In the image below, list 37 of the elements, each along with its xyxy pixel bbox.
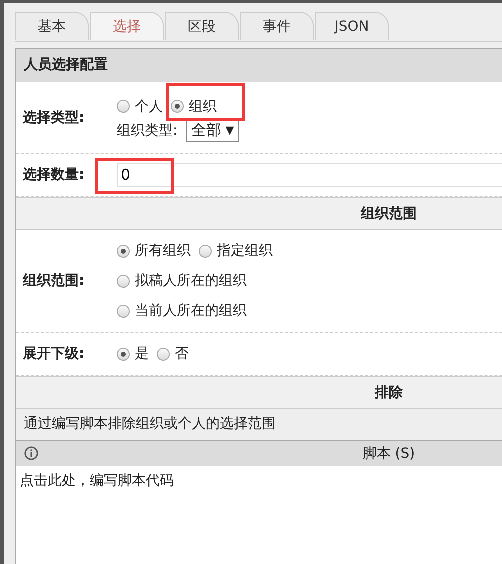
tab[interactable]: 区段 xyxy=(165,12,239,40)
section-title: 排除 xyxy=(375,384,403,402)
field-label: 组织类型: xyxy=(117,122,178,140)
field-label: 选择类型: xyxy=(22,108,86,126)
section-header: 人员选择配置 xyxy=(16,49,502,82)
radio-button[interactable] xyxy=(117,100,130,113)
radio-button[interactable] xyxy=(157,348,170,360)
script-editor[interactable]: 点击此处，编写脚本代码 xyxy=(16,466,502,564)
dropdown-arrow-icon: ▼ xyxy=(226,124,234,137)
field-label: 组织范围: xyxy=(22,272,86,290)
radio-button[interactable] xyxy=(117,304,130,318)
script-title: 脚本 (S) xyxy=(362,444,416,462)
tab[interactable]: 基本 xyxy=(15,12,89,40)
tab[interactable]: 事件 xyxy=(240,12,314,40)
section-title: 组织范围 xyxy=(361,204,417,222)
input-field[interactable]: 0 xyxy=(117,163,502,187)
radio-label[interactable]: 拟稿人所在的组织 xyxy=(135,272,247,290)
field-label: 展开下级: xyxy=(22,345,86,363)
dropdown[interactable]: 全部 ▼ xyxy=(186,120,240,142)
radio-button[interactable] xyxy=(199,244,212,258)
editor-placeholder: 点击此处，编写脚本代码 xyxy=(20,473,174,489)
radio-button[interactable] xyxy=(171,100,184,113)
radio-button[interactable] xyxy=(117,274,130,288)
radio-label[interactable]: 个人 xyxy=(135,98,163,116)
radio-label[interactable]: 指定组织 xyxy=(217,242,273,260)
info-icon[interactable] xyxy=(24,446,39,461)
description-text: 通过编写脚本排除组织或个人的选择范围 xyxy=(16,409,502,441)
tab[interactable]: 选择 xyxy=(90,12,164,40)
tab[interactable]: JSON xyxy=(315,12,389,40)
radio-label[interactable]: 是 xyxy=(135,345,149,363)
radio-button[interactable] xyxy=(117,244,130,258)
radio-label[interactable]: 组织 xyxy=(189,98,217,116)
radio-label[interactable]: 否 xyxy=(175,345,189,363)
radio-label[interactable]: 当前人所在的组织 xyxy=(135,302,247,320)
radio-button[interactable] xyxy=(117,348,130,360)
field-label: 选择数量: xyxy=(22,166,86,184)
radio-label[interactable]: 所有组织 xyxy=(135,242,191,260)
